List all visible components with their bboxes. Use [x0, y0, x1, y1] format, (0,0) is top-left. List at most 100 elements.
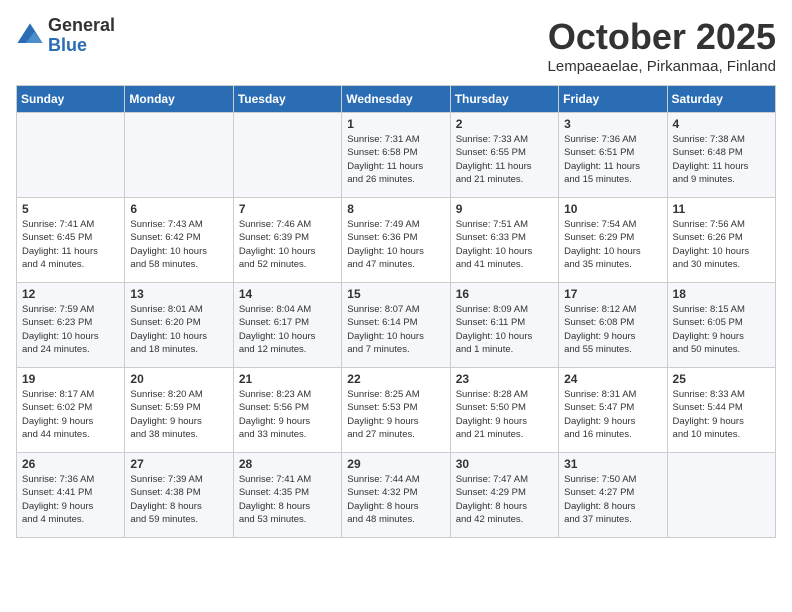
cell-info: Sunrise: 7:46 AM Sunset: 6:39 PM Dayligh…	[239, 218, 336, 271]
day-number: 28	[239, 457, 336, 471]
calendar-table: SundayMondayTuesdayWednesdayThursdayFrid…	[16, 85, 776, 538]
cell-info: Sunrise: 7:50 AM Sunset: 4:27 PM Dayligh…	[564, 473, 661, 526]
header-saturday: Saturday	[667, 86, 775, 113]
day-number: 29	[347, 457, 444, 471]
calendar-cell: 23 Sunrise: 8:28 AM Sunset: 5:50 PM Dayli…	[450, 368, 558, 453]
calendar-cell: 30Sunrise: 7:47 AM Sunset: 4:29 PM Dayli…	[450, 453, 558, 538]
calendar-cell: 13Sunrise: 8:01 AM Sunset: 6:20 PM Dayli…	[125, 283, 233, 368]
logo-icon	[16, 22, 44, 50]
day-number: 7	[239, 202, 336, 216]
cell-info: Sunrise: 7:54 AM Sunset: 6:29 PM Dayligh…	[564, 218, 661, 271]
day-number: 17	[564, 287, 661, 301]
calendar-cell: 25 Sunrise: 8:33 AM Sunset: 5:44 PM Dayli…	[667, 368, 775, 453]
cell-info: Sunrise: 7:59 AM Sunset: 6:23 PM Dayligh…	[22, 303, 119, 356]
logo: General Blue	[16, 16, 115, 56]
cell-info: Sunrise: 8:17 AM Sunset: 6:02 PM Dayligh…	[22, 388, 119, 441]
cell-info: Sunrise: 8:31 AM Sunset: 5:47 PM Dayligh…	[564, 388, 661, 441]
cell-info: Sunrise: 8:09 AM Sunset: 6:11 PM Dayligh…	[456, 303, 553, 356]
week-row-1: 5 Sunrise: 7:41 AM Sunset: 6:45 PM Daylig…	[17, 198, 776, 283]
cell-info: Sunrise: 8:20 AM Sunset: 5:59 PM Dayligh…	[130, 388, 227, 441]
cell-info: Sunrise: 7:49 AM Sunset: 6:36 PM Dayligh…	[347, 218, 444, 271]
logo-text: General Blue	[48, 16, 115, 56]
calendar-cell	[17, 113, 125, 198]
calendar-cell	[125, 113, 233, 198]
day-number: 2	[456, 117, 553, 131]
week-row-3: 19 Sunrise: 8:17 AM Sunset: 6:02 PM Dayli…	[17, 368, 776, 453]
calendar-cell: 26 Sunrise: 7:36 AM Sunset: 4:41 PM Dayli…	[17, 453, 125, 538]
cell-info: Sunrise: 7:41 AM Sunset: 4:35 PM Dayligh…	[239, 473, 336, 526]
day-number: 15	[347, 287, 444, 301]
day-number: 18	[673, 287, 770, 301]
day-number: 16	[456, 287, 553, 301]
day-number: 8	[347, 202, 444, 216]
calendar-cell: 31 Sunrise: 7:50 AM Sunset: 4:27 PM Dayli…	[559, 453, 667, 538]
calendar-cell: 22Sunrise: 8:25 AM Sunset: 5:53 PM Dayli…	[342, 368, 450, 453]
cell-info: Sunrise: 8:12 AM Sunset: 6:08 PM Dayligh…	[564, 303, 661, 356]
cell-info: Sunrise: 8:28 AM Sunset: 5:50 PM Dayligh…	[456, 388, 553, 441]
week-row-4: 26 Sunrise: 7:36 AM Sunset: 4:41 PM Dayli…	[17, 453, 776, 538]
day-number: 25	[673, 372, 770, 386]
cell-info: Sunrise: 7:41 AM Sunset: 6:45 PM Dayligh…	[22, 218, 119, 271]
cell-info: Sunrise: 8:23 AM Sunset: 5:56 PM Dayligh…	[239, 388, 336, 441]
location-text: Lempaeaelae, Pirkanmaa, Finland	[548, 58, 776, 75]
header-tuesday: Tuesday	[233, 86, 341, 113]
calendar-cell: 11Sunrise: 7:56 AM Sunset: 6:26 PM Dayli…	[667, 198, 775, 283]
day-number: 12	[22, 287, 119, 301]
calendar-cell: 19 Sunrise: 8:17 AM Sunset: 6:02 PM Dayli…	[17, 368, 125, 453]
calendar-header-row: SundayMondayTuesdayWednesdayThursdayFrid…	[17, 86, 776, 113]
day-number: 24	[564, 372, 661, 386]
month-title: October 2025	[548, 16, 776, 58]
cell-info: Sunrise: 8:25 AM Sunset: 5:53 PM Dayligh…	[347, 388, 444, 441]
cell-info: Sunrise: 7:38 AM Sunset: 6:48 PM Dayligh…	[673, 133, 770, 186]
day-number: 23	[456, 372, 553, 386]
calendar-cell: 18 Sunrise: 8:15 AM Sunset: 6:05 PM Dayli…	[667, 283, 775, 368]
cell-info: Sunrise: 8:15 AM Sunset: 6:05 PM Dayligh…	[673, 303, 770, 356]
calendar-cell: 1Sunrise: 7:31 AM Sunset: 6:58 PM Daylig…	[342, 113, 450, 198]
title-block: October 2025 Lempaeaelae, Pirkanmaa, Fin…	[548, 16, 776, 75]
calendar-cell: 29Sunrise: 7:44 AM Sunset: 4:32 PM Dayli…	[342, 453, 450, 538]
calendar-cell: 14Sunrise: 8:04 AM Sunset: 6:17 PM Dayli…	[233, 283, 341, 368]
calendar-cell: 27Sunrise: 7:39 AM Sunset: 4:38 PM Dayli…	[125, 453, 233, 538]
calendar-cell: 3Sunrise: 7:36 AM Sunset: 6:51 PM Daylig…	[559, 113, 667, 198]
cell-info: Sunrise: 7:33 AM Sunset: 6:55 PM Dayligh…	[456, 133, 553, 186]
calendar-cell	[667, 453, 775, 538]
cell-info: Sunrise: 8:01 AM Sunset: 6:20 PM Dayligh…	[130, 303, 227, 356]
header-wednesday: Wednesday	[342, 86, 450, 113]
day-number: 5	[22, 202, 119, 216]
cell-info: Sunrise: 7:56 AM Sunset: 6:26 PM Dayligh…	[673, 218, 770, 271]
logo-blue-text: Blue	[48, 36, 115, 56]
day-number: 10	[564, 202, 661, 216]
cell-info: Sunrise: 7:51 AM Sunset: 6:33 PM Dayligh…	[456, 218, 553, 271]
day-number: 9	[456, 202, 553, 216]
cell-info: Sunrise: 8:07 AM Sunset: 6:14 PM Dayligh…	[347, 303, 444, 356]
cell-info: Sunrise: 8:33 AM Sunset: 5:44 PM Dayligh…	[673, 388, 770, 441]
header-thursday: Thursday	[450, 86, 558, 113]
cell-info: Sunrise: 7:31 AM Sunset: 6:58 PM Dayligh…	[347, 133, 444, 186]
day-number: 14	[239, 287, 336, 301]
calendar-cell: 4Sunrise: 7:38 AM Sunset: 6:48 PM Daylig…	[667, 113, 775, 198]
calendar-cell: 15 Sunrise: 8:07 AM Sunset: 6:14 PM Dayli…	[342, 283, 450, 368]
day-number: 21	[239, 372, 336, 386]
calendar-cell: 28 Sunrise: 7:41 AM Sunset: 4:35 PM Dayli…	[233, 453, 341, 538]
calendar-cell: 12 Sunrise: 7:59 AM Sunset: 6:23 PM Dayli…	[17, 283, 125, 368]
calendar-cell: 9 Sunrise: 7:51 AM Sunset: 6:33 PM Daylig…	[450, 198, 558, 283]
day-number: 31	[564, 457, 661, 471]
cell-info: Sunrise: 7:43 AM Sunset: 6:42 PM Dayligh…	[130, 218, 227, 271]
day-number: 19	[22, 372, 119, 386]
day-number: 30	[456, 457, 553, 471]
week-row-0: 1Sunrise: 7:31 AM Sunset: 6:58 PM Daylig…	[17, 113, 776, 198]
calendar-cell: 2 Sunrise: 7:33 AM Sunset: 6:55 PM Daylig…	[450, 113, 558, 198]
day-number: 3	[564, 117, 661, 131]
day-number: 20	[130, 372, 227, 386]
page-header: General Blue October 2025 Lempaeaelae, P…	[16, 16, 776, 75]
header-monday: Monday	[125, 86, 233, 113]
day-number: 26	[22, 457, 119, 471]
calendar-cell	[233, 113, 341, 198]
logo-general-text: General	[48, 16, 115, 36]
calendar-cell: 10 Sunrise: 7:54 AM Sunset: 6:29 PM Dayli…	[559, 198, 667, 283]
calendar-cell: 6Sunrise: 7:43 AM Sunset: 6:42 PM Daylig…	[125, 198, 233, 283]
calendar-cell: 7 Sunrise: 7:46 AM Sunset: 6:39 PM Daylig…	[233, 198, 341, 283]
cell-info: Sunrise: 7:36 AM Sunset: 4:41 PM Dayligh…	[22, 473, 119, 526]
calendar-cell: 20 Sunrise: 8:20 AM Sunset: 5:59 PM Dayli…	[125, 368, 233, 453]
calendar-cell: 8 Sunrise: 7:49 AM Sunset: 6:36 PM Daylig…	[342, 198, 450, 283]
